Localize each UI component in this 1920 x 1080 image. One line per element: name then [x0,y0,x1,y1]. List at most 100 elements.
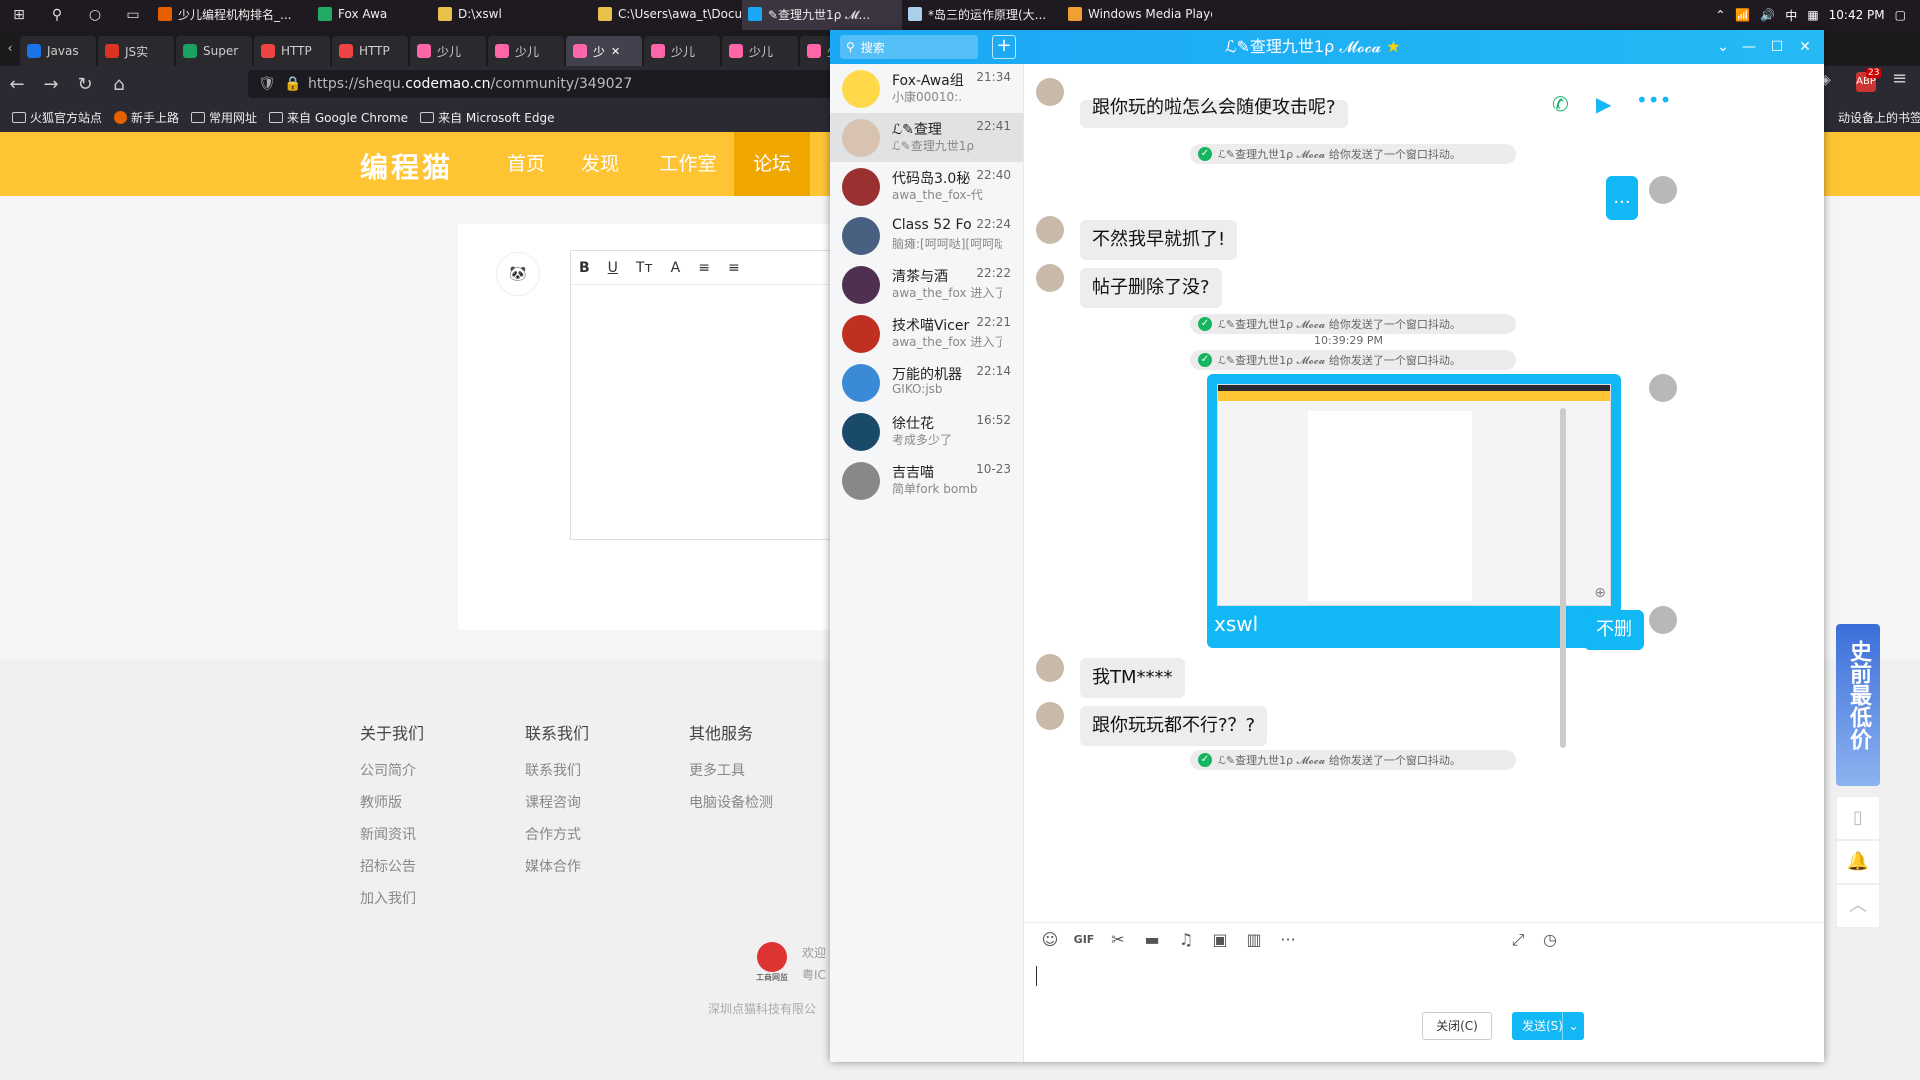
browser-tab[interactable]: HTTP [254,36,330,66]
conversation-item[interactable]: 徐仕花 16:52 考成多少了 [830,407,1023,456]
footer-link[interactable]: 教师版 [360,792,424,812]
bookmark-item[interactable]: 火狐官方站点 [12,109,102,126]
back-to-top-icon[interactable]: ︿ [1836,884,1880,928]
folder-icon[interactable]: ▬ [1138,930,1166,949]
footer-link[interactable]: 课程咨询 [525,792,589,812]
nav-home[interactable]: 首页 [496,132,556,196]
close-tab-icon[interactable]: ✕ [611,45,620,58]
screen-record-icon[interactable]: ▥ [1240,930,1268,949]
bookmark-item[interactable]: 新手上路 [114,109,179,126]
chat-title[interactable]: ℒ✎查理九世1ρ 𝓜𝓸𝓬𝓪 ★ [1225,30,1401,64]
taskbar-app-button[interactable]: 少儿编程机构排名_... [152,0,312,30]
send-options-icon[interactable]: ⌄ [1562,1012,1584,1040]
nav-discover[interactable]: 发现 [570,132,630,196]
browser-tab[interactable]: 少 ✕ [566,36,642,66]
forward-icon[interactable]: → [34,67,68,101]
close-icon[interactable]: ✕ [1790,30,1820,64]
music-icon[interactable]: ♫ [1172,930,1200,949]
reload-icon[interactable]: ↻ [68,67,102,101]
footer-link[interactable]: 公司简介 [360,760,424,780]
taskbar-app-button[interactable]: *岛三的运作原理(大... [902,0,1062,30]
screenshot-thumbnail[interactable]: ⊕ [1217,384,1611,606]
image-icon[interactable]: ▣ [1206,930,1234,949]
browser-tab[interactable]: Super [176,36,252,66]
taskbar-app-button[interactable]: Windows Media Player [1062,0,1212,30]
avatar[interactable] [1649,176,1677,204]
maximize-icon[interactable]: ☐ [1762,30,1792,64]
conversation-item[interactable]: 清茶与酒 22:22 awa_the_fox 进入了 [830,260,1023,309]
close-button[interactable]: 关闭(C) [1422,1012,1492,1040]
scissors-icon[interactable]: ✂ [1104,930,1132,949]
business-seal[interactable]: 工商网监 [752,942,792,988]
volume-icon[interactable]: 🔊 [1760,8,1775,22]
avatar[interactable] [1649,374,1677,402]
conversation-item[interactable]: 吉吉喵 10-23 简单fork bomb [830,456,1023,505]
more-tools-icon[interactable]: ··· [1274,930,1302,949]
user-avatar[interactable]: 🐼 [496,252,540,296]
avatar[interactable] [1036,654,1064,682]
message-bubble[interactable]: 跟你玩玩都不行?？? [1080,706,1268,746]
editor-format-button[interactable]: B [579,260,590,276]
search-icon[interactable]: ⚲ [38,0,76,30]
site-logo[interactable]: 编程猫 [360,146,453,186]
taskbar-app-button[interactable]: C:\Users\awa_t\Docu... [592,0,742,30]
message-input[interactable] [1036,958,1806,1028]
task-view-icon[interactable]: ▭ [114,0,152,30]
avatar[interactable] [1036,216,1064,244]
message-bubble[interactable]: 不然我早就抓了! [1080,220,1238,260]
taskbar-app-button[interactable]: ✎查理九世1ρ 𝓜... [742,0,902,30]
message-bubble[interactable]: 我TM**** [1080,658,1185,698]
cortana-icon[interactable]: ○ [76,0,114,30]
emoji-icon[interactable]: ☺ [1036,930,1064,949]
ime-indicator[interactable]: 中 [1785,7,1797,24]
bookmark-item[interactable]: 来自 Microsoft Edge [420,109,555,126]
avatar[interactable] [1036,264,1064,292]
url-bar[interactable]: 🛡 🔒 https://shequ. codemao.cn/community/3… [248,70,888,98]
footer-link[interactable]: 合作方式 [525,824,589,844]
taskbar-app-button[interactable]: D:\xswl [432,0,592,30]
add-button[interactable]: + [992,35,1016,59]
footer-link[interactable]: 联系我们 [525,760,589,780]
notification-icon[interactable]: ▢ [1895,8,1906,22]
menu-icon[interactable]: ≡ [1892,68,1907,89]
zoom-icon[interactable]: ⊕ [1594,585,1606,601]
conversation-item[interactable]: 技术喵Vicer 22:21 awa_the_fox 进入了 [830,309,1023,358]
tab-scroll-left-icon[interactable]: ‹ [0,31,20,65]
editor-box[interactable]: B U Tт A ≡ ≡ [570,250,870,540]
notify-icon[interactable]: 🔔 [1836,840,1880,884]
network-icon[interactable]: 📶 [1735,8,1750,22]
avatar[interactable] [1036,78,1064,106]
browser-tab[interactable]: 少儿 [410,36,486,66]
clock[interactable]: 10:42 PM [1829,8,1885,22]
message-bubble[interactable]: ... [1606,176,1638,220]
browser-tab[interactable]: 少儿 [722,36,798,66]
bookmark-item[interactable]: 常用网址 [191,109,257,126]
message-bubble[interactable]: 跟你玩的啦怎么会随便攻击呢? [1080,99,1348,128]
avatar[interactable] [1036,702,1064,730]
browser-tab[interactable]: HTTP [332,36,408,66]
message-scrollbar[interactable] [1560,408,1566,748]
footer-link[interactable]: 媒体合作 [525,856,589,876]
conversation-item[interactable]: Fox-Awa组 21:34 小康00010:. [830,64,1023,113]
side-ad-banner[interactable]: 史前最低价 [1836,624,1880,786]
message-bubble[interactable]: 帖子删除了没? [1080,268,1222,308]
message-bubble[interactable]: 不删 [1584,610,1644,650]
mobile-icon[interactable]: ▯ [1836,796,1880,840]
conversation-item[interactable]: ℒ✎查理 22:41 ℒ✎查理九世1ρ [830,113,1023,162]
avatar[interactable] [1649,606,1677,634]
back-icon[interactable]: ← [0,67,34,101]
browser-tab[interactable]: Javas [20,36,96,66]
footer-link[interactable]: 新闻资讯 [360,824,424,844]
browser-tab[interactable]: 少儿 [644,36,720,66]
expand-icon[interactable]: ⤢ [1504,930,1532,950]
conversation-item[interactable]: Class 52 Fo 22:24 脑瘫:[呵呵哒][呵呵哒] [830,211,1023,260]
conversation-item[interactable]: 代码岛3.0秘 22:40 awa_the_fox-代 [830,162,1023,211]
mobile-bookmarks[interactable]: 动设备上的书签 [1838,109,1920,126]
nav-studio[interactable]: 工作室 [648,132,728,196]
qq-search-input[interactable]: ⚲ 搜索 [840,35,978,59]
calendar-icon[interactable]: ▦ [1807,8,1818,22]
gif-icon[interactable]: GIF [1070,933,1098,946]
shield-icon[interactable]: 🛡 [258,76,276,92]
editor-format-button[interactable]: Tт [636,260,653,276]
home-icon[interactable]: ⌂ [102,67,136,101]
